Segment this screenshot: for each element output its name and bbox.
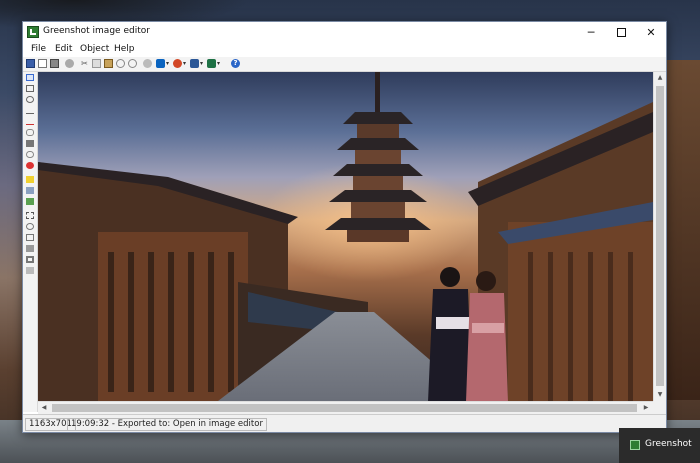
powerpoint-icon[interactable] [173,59,182,68]
freehand-icon[interactable] [26,129,34,136]
greenshot-app-icon [27,26,39,38]
maximize-icon [616,27,626,37]
copy-icon[interactable] [92,59,101,68]
status-message: 19:09:32 - Exported to: Open in image ed… [67,418,267,431]
help-icon[interactable]: ? [231,59,240,68]
vertical-scroll-thumb[interactable] [656,86,664,386]
minimize-button[interactable]: ─ [576,22,606,43]
excel-icon[interactable] [207,59,216,68]
excel-dropdown-icon[interactable]: ▾ [217,59,222,68]
rectangle-icon[interactable] [26,85,34,92]
redo-icon[interactable] [128,59,137,68]
scroll-right-icon[interactable]: ▶ [640,402,652,414]
resize-icon[interactable] [26,234,34,241]
image-canvas[interactable] [38,72,653,401]
border-icon[interactable] [26,256,34,263]
powerpoint-dropdown-icon[interactable]: ▾ [183,59,188,68]
new-icon[interactable] [38,59,47,68]
scrollbar-corner [653,401,666,414]
menu-edit[interactable]: Edit [55,44,72,54]
scroll-up-icon[interactable]: ▲ [654,72,666,84]
word-icon[interactable] [190,59,199,68]
ellipse-icon[interactable] [26,96,34,103]
print-icon[interactable] [50,59,59,68]
menu-file[interactable]: File [31,44,46,54]
grayscale-icon[interactable] [26,267,34,274]
scroll-down-icon[interactable]: ▼ [654,389,666,401]
clipboard-icon[interactable] [143,59,152,68]
image-editor-window: Greenshot image editor ─ ✕ File Edit Obj… [22,21,667,433]
horizontal-scroll-thumb[interactable] [52,404,637,412]
word-dropdown-icon[interactable]: ▾ [200,59,205,68]
close-button[interactable]: ✕ [636,22,666,43]
delete-icon[interactable] [65,59,74,68]
status-bar: 1163x701 19:09:32 - Exported to: Open in… [23,414,666,432]
vertical-scrollbar[interactable]: ▲ ▼ [653,72,666,401]
kimono-figures [428,267,508,401]
paste-icon[interactable] [104,59,113,68]
highlight-icon[interactable] [26,176,34,183]
obfuscate-icon[interactable] [26,187,34,194]
arrow-icon[interactable] [26,118,34,125]
scroll-left-icon[interactable]: ◀ [38,402,50,414]
undo-icon[interactable] [116,59,125,68]
menu-bar: File Edit Object Help [23,43,666,57]
image-icon[interactable] [26,198,34,205]
menu-help[interactable]: Help [114,44,135,54]
cursor-icon[interactable] [26,74,34,81]
rotate-icon[interactable] [26,223,34,230]
outlook-icon[interactable] [156,59,165,68]
menu-object[interactable]: Object [80,44,109,54]
horizontal-scrollbar[interactable]: ◀ ▶ [38,401,653,414]
counter-icon[interactable] [26,162,34,169]
torn-edge-icon[interactable] [26,245,34,252]
window-title: Greenshot image editor [43,26,150,36]
speechbubble-icon[interactable] [26,151,34,158]
crop-icon[interactable] [26,212,34,219]
title-bar[interactable]: Greenshot image editor ─ ✕ [23,22,666,43]
maximize-button[interactable] [606,22,636,43]
text-icon[interactable] [26,140,34,147]
notification-app-name: Greenshot [645,439,692,449]
drawing-tools-bar [23,72,38,412]
save-icon[interactable] [26,59,35,68]
greenshot-tray-icon [630,440,640,450]
cut-icon[interactable]: ✂ [80,59,89,68]
line-icon[interactable] [26,107,34,114]
toolbar: ✂ ▾ ▾ ▾ ▾ ? [23,57,666,72]
outlook-dropdown-icon[interactable]: ▾ [166,59,171,68]
taskbar-notification[interactable]: Greenshot [619,428,700,463]
